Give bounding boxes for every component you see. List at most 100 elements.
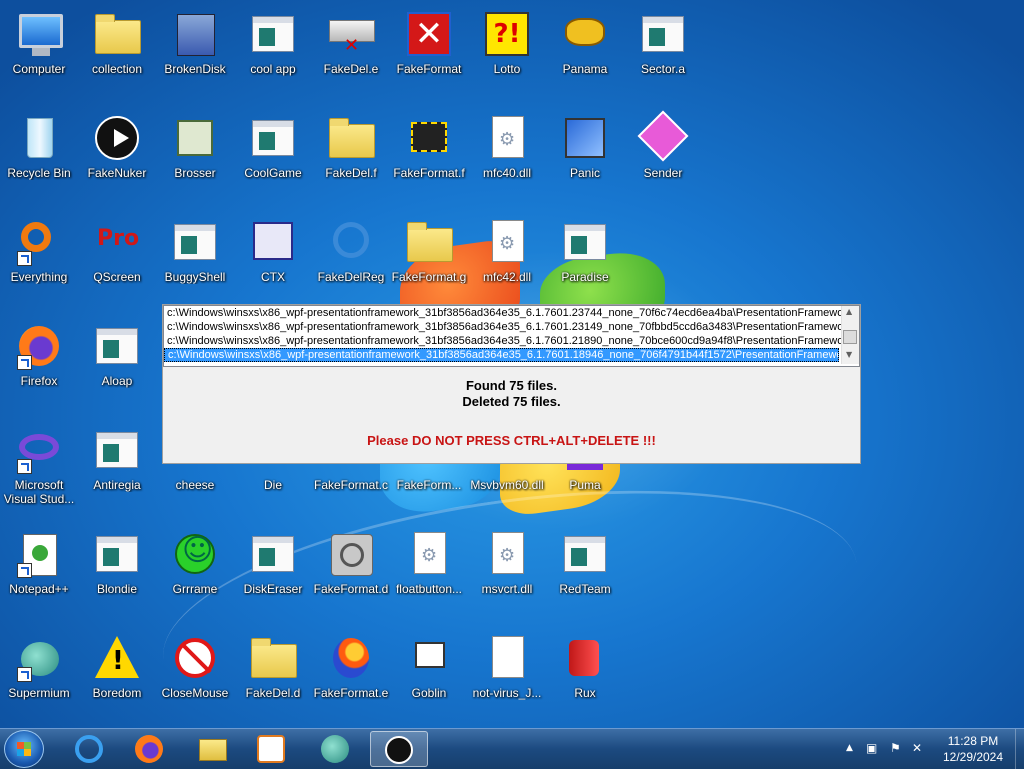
- list-item[interactable]: c:\Windows\winsxs\x86_wpf-presentationfr…: [164, 320, 842, 334]
- desktop-icon-coolgame[interactable]: CoolGame: [234, 108, 312, 204]
- desktop-icon-fakedel-f[interactable]: FakeDel.f: [312, 108, 390, 204]
- desktop-icon-fakeformat-e[interactable]: FakeFormat.e: [312, 628, 390, 724]
- action-center-flag-icon[interactable]: ⚑: [890, 741, 901, 755]
- desktop-icon-closemouse[interactable]: CloseMouse: [156, 628, 234, 724]
- shortcut-arrow-icon: [17, 563, 32, 578]
- folder-icon: [405, 218, 453, 266]
- taskbar-supermium[interactable]: [308, 731, 362, 767]
- app-window-icon: [639, 10, 687, 58]
- desktop-icon-recycle-bin[interactable]: Recycle Bin: [0, 108, 78, 204]
- desktop-icon-notepad-plus-plus[interactable]: Notepad++: [0, 524, 78, 620]
- desktop-icon-firefox[interactable]: Firefox: [0, 316, 78, 412]
- desktop-icon-collection[interactable]: collection: [78, 4, 156, 100]
- brokendisk-icon: [171, 10, 219, 58]
- desktop-icon-visual-studio[interactable]: Microsoft Visual Stud...: [0, 420, 78, 516]
- folder-icon: [327, 114, 375, 162]
- desktop-icon-everything[interactable]: Everything: [0, 212, 78, 308]
- desktop-icon-fakeformat-f[interactable]: FakeFormat.f: [390, 108, 468, 204]
- clock[interactable]: 11:28 PM 12/29/2024: [930, 733, 1016, 765]
- desktop-icon-grrrame[interactable]: Grrrame: [156, 524, 234, 620]
- desktop-icon-redteam[interactable]: RedTeam: [546, 524, 624, 620]
- app-window-icon: [249, 10, 297, 58]
- dynamite-icon: [561, 634, 609, 682]
- start-button[interactable]: [4, 730, 44, 768]
- desktop-icon-sector-a[interactable]: Sector.a: [624, 4, 702, 100]
- no-sign-icon: [171, 634, 219, 682]
- list-item-selected[interactable]: c:\Windows\winsxs\x86_wpf-presentationfr…: [164, 348, 839, 362]
- desktop-icon-brosser[interactable]: Brosser: [156, 108, 234, 204]
- desktop-icon-fakeformat[interactable]: ✕ FakeFormat: [390, 4, 468, 100]
- desktop-icon-brokendisk[interactable]: BrokenDisk: [156, 4, 234, 100]
- desktop-icon-paradise[interactable]: Paradise: [546, 212, 624, 308]
- recycle-bin-icon: [15, 114, 63, 162]
- desktop-icon-fakeformat-d[interactable]: FakeFormat.d: [312, 524, 390, 620]
- show-desktop-button[interactable]: [1015, 729, 1024, 769]
- lotto-icon: ?!: [483, 10, 531, 58]
- shortcut-arrow-icon: [17, 459, 32, 474]
- desktop-icon-lotto[interactable]: ?! Lotto: [468, 4, 546, 100]
- desktop-icon-mfc42-dll[interactable]: mfc42.dll: [468, 212, 546, 308]
- play-icon: [93, 114, 141, 162]
- desktop-icon-qscreen[interactable]: Pro QScreen: [78, 212, 156, 308]
- dll-file-icon: [483, 530, 531, 578]
- scroll-down-arrow-icon[interactable]: ▼: [846, 350, 852, 359]
- chip-icon: [405, 114, 453, 162]
- list-item[interactable]: c:\Windows\winsxs\x86_wpf-presentationfr…: [164, 334, 842, 348]
- brosser-icon: [171, 114, 219, 162]
- app-window-icon: [171, 218, 219, 266]
- scroll-up-arrow-icon[interactable]: ▲: [846, 307, 852, 316]
- desktop-icon-panama[interactable]: Panama: [546, 4, 624, 100]
- desktop-icon-buggyshell[interactable]: BuggyShell: [156, 212, 234, 308]
- desktop-icon-panic[interactable]: Panic: [546, 108, 624, 204]
- desktop-icon-mfc40-dll[interactable]: mfc40.dll: [468, 108, 546, 204]
- deleted-files-listbox[interactable]: c:\Windows\winsxs\x86_wpf-presentationfr…: [163, 305, 860, 367]
- ctx-icon: [249, 218, 297, 266]
- list-item[interactable]: c:\Windows\winsxs\x86_wpf-presentationfr…: [164, 306, 842, 320]
- scroll-thumb[interactable]: [843, 330, 857, 344]
- desktop-icon-not-virus[interactable]: not-virus_J...: [468, 628, 546, 724]
- desktop-icon-fakedel-d[interactable]: FakeDel.d: [234, 628, 312, 724]
- desktop-icon-supermium[interactable]: Supermium: [0, 628, 78, 724]
- taskbar-internet-explorer[interactable]: [62, 731, 116, 767]
- desktop-icon-rux[interactable]: Rux: [546, 628, 624, 724]
- warning-icon: [93, 634, 141, 682]
- red-x-icon: ✕: [405, 10, 453, 58]
- desktop-icon-msvcrt-dll[interactable]: msvcrt.dll: [468, 524, 546, 620]
- taskbar-fakenuker[interactable]: [370, 731, 428, 767]
- visual-studio-icon: [15, 426, 63, 474]
- volume-muted-icon[interactable]: ✕: [912, 741, 922, 755]
- desktop-icon-antiregia[interactable]: Antiregia: [78, 420, 156, 516]
- desktop-icon-floatbutton[interactable]: floatbutton...: [390, 524, 468, 620]
- warning-text: Please DO NOT PRESS CTRL+ALT+DELETE !!!: [367, 433, 656, 448]
- network-icon[interactable]: ▣: [866, 741, 877, 755]
- desktop-icon-aloap[interactable]: Aloap: [78, 316, 156, 412]
- listbox-scrollbar[interactable]: ▲ ▼: [841, 306, 859, 364]
- desktop-icon-fakedelreg[interactable]: FakeDelReg: [312, 212, 390, 308]
- notepad-plus-plus-icon: [15, 530, 63, 578]
- desktop-icon-computer[interactable]: Computer: [0, 4, 78, 100]
- desktop-icon-sender[interactable]: Sender: [624, 108, 702, 204]
- taskbar-firefox[interactable]: [122, 731, 176, 767]
- desktop-icon-fakenuker[interactable]: FakeNuker: [78, 108, 156, 204]
- desktop-icon-goblin[interactable]: Goblin: [390, 628, 468, 724]
- desktop-icon-cool-app[interactable]: cool app: [234, 4, 312, 100]
- app-window-icon: [561, 530, 609, 578]
- folder-icon: [199, 739, 227, 761]
- desktop-icon-fakedel-e[interactable]: FakeDel.e: [312, 4, 390, 100]
- shortcut-arrow-icon: [17, 355, 32, 370]
- desktop-icon-blondie[interactable]: Blondie: [78, 524, 156, 620]
- dll-file-icon: [483, 218, 531, 266]
- desktop-icon-fakeformat-g[interactable]: FakeFormat.g: [390, 212, 468, 308]
- desktop-icon-ctx[interactable]: CTX: [234, 212, 312, 308]
- desktop-icon-boredom[interactable]: Boredom: [78, 628, 156, 724]
- taskbar-media-player[interactable]: [244, 731, 298, 767]
- supermium-icon: [15, 634, 63, 682]
- taskbar-file-explorer[interactable]: [186, 731, 240, 767]
- taskbar: ▲ ▣ ⚑ ✕ 11:28 PM 12/29/2024: [0, 728, 1024, 769]
- folder-icon: [249, 634, 297, 682]
- supermium-icon: [321, 735, 349, 763]
- app-window-icon: [561, 218, 609, 266]
- everything-icon: [15, 218, 63, 266]
- show-hidden-icons-icon[interactable]: ▲: [846, 743, 853, 753]
- desktop-icon-diskeraser[interactable]: DiskEraser: [234, 524, 312, 620]
